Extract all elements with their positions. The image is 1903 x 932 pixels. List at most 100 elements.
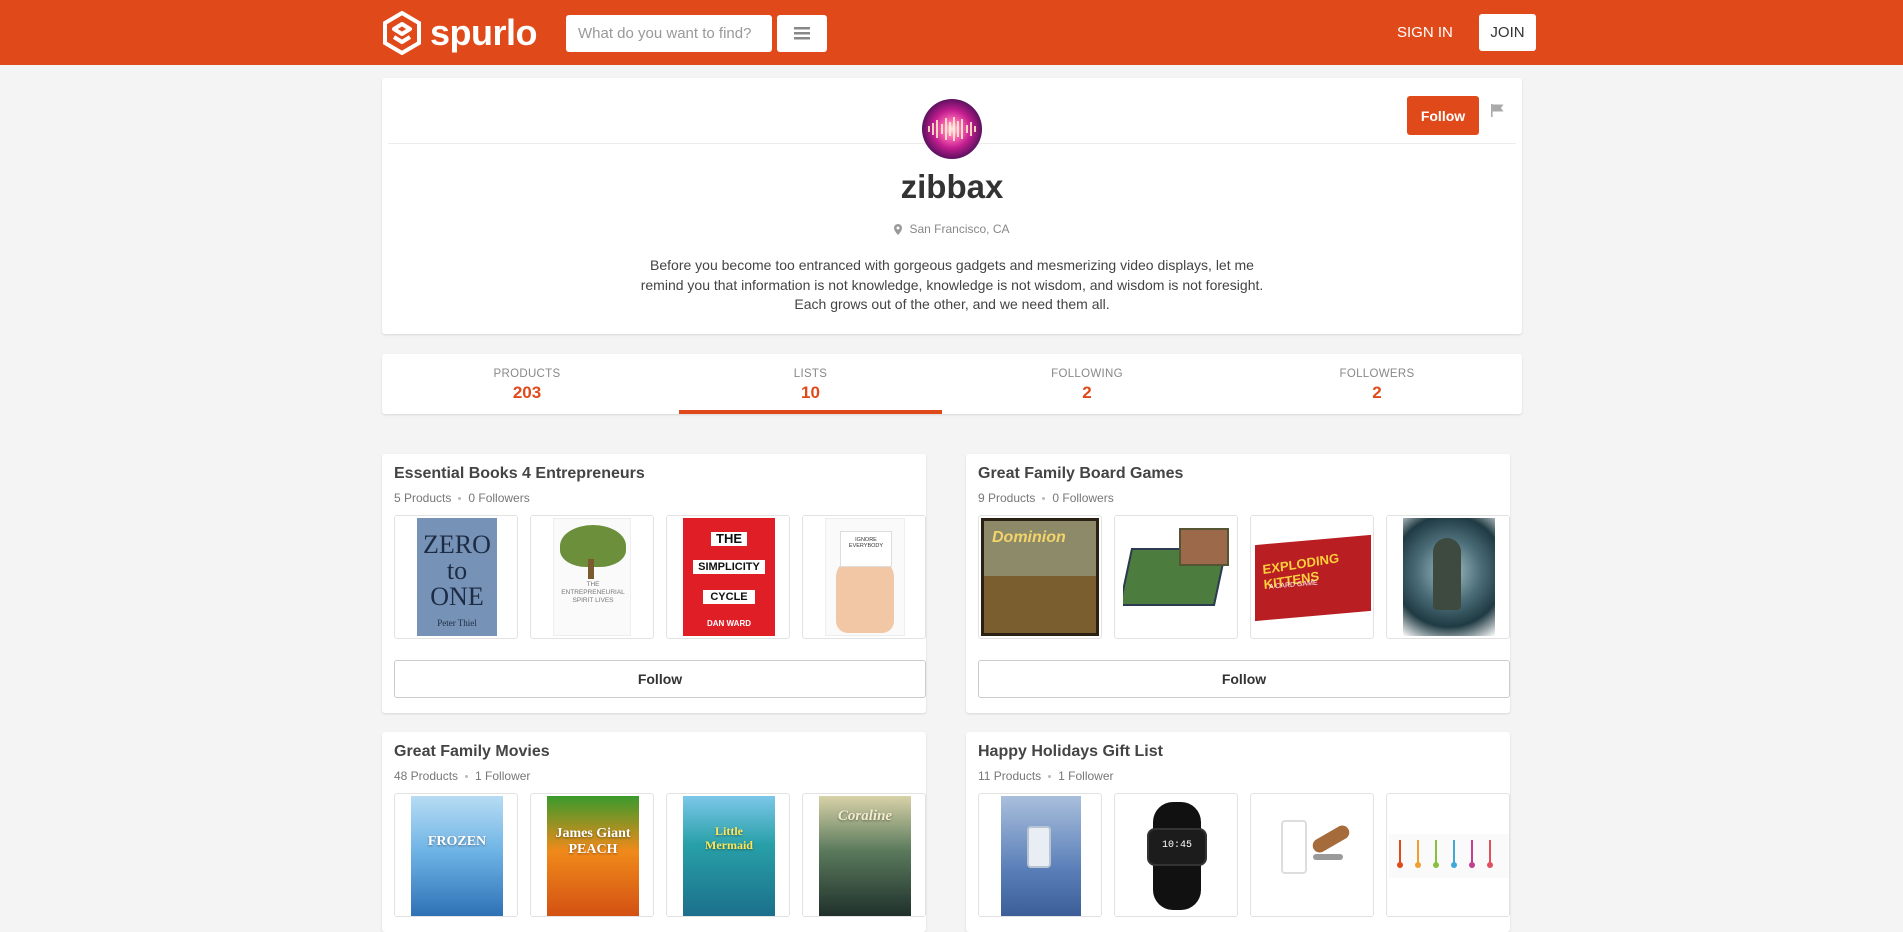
search-input[interactable] [566, 15, 772, 52]
product-thumbnail[interactable]: Dominion [978, 515, 1102, 639]
cover-title: ZERO to ONE [423, 530, 491, 611]
product-thumbnail[interactable] [1114, 515, 1238, 639]
earbuds-image [1389, 834, 1509, 878]
product-thumbnail[interactable]: IGNORE EVERYBODY [802, 515, 926, 639]
stat-label: FOLLOWING [1051, 368, 1123, 380]
cover-title: THE ENTREPRENEURIAL SPIRIT LIVES [561, 581, 625, 604]
profile-username: zibbax [900, 168, 1004, 205]
follow-list-button[interactable]: Follow [978, 660, 1510, 698]
flag-icon[interactable] [1491, 104, 1504, 122]
top-navigation-bar: spurlo SIGN IN JOIN [0, 0, 1903, 65]
movie-poster-james-giant-peach: James Giant PEACH [547, 796, 639, 916]
list-meta: 11 Products 1 Follower [978, 769, 1114, 783]
list-card: Happy Holidays Gift List 11 Products 1 F… [966, 732, 1510, 932]
product-thumbnails: Dominion EXPLODING KITTENS A CARD GAME [978, 515, 1510, 639]
product-thumbnail[interactable]: THE SIMPLICITY CYCLE DAN WARD [666, 515, 790, 639]
profile-bio: Before you become too entranced with gor… [640, 257, 1264, 312]
join-button[interactable]: JOIN [1479, 14, 1536, 51]
product-count: 9 Products [978, 491, 1036, 505]
tab-followers[interactable]: FOLLOWERS 2 [1232, 354, 1522, 414]
game-art-painting [1403, 518, 1495, 636]
watch-time: 10:45 [1161, 840, 1192, 851]
board-game-box: Dominion [981, 518, 1099, 636]
menu-button[interactable] [777, 15, 827, 52]
separator-dot [465, 774, 469, 778]
product-count: 48 Products [394, 769, 459, 783]
stat-label: PRODUCTS [493, 368, 561, 380]
list-meta: 48 Products 1 Follower [394, 769, 530, 783]
sign-in-link[interactable]: SIGN IN [1397, 24, 1453, 41]
board-game-board [1123, 526, 1231, 628]
follower-count: 1 Follower [475, 769, 531, 783]
cover-title-line: THE [711, 532, 747, 546]
product-thumbnail[interactable]: THE ENTREPRENEURIAL SPIRIT LIVES [530, 515, 654, 639]
cover-title: IGNORE EVERYBODY [840, 531, 892, 567]
separator-dot [458, 496, 462, 500]
follow-list-button[interactable]: Follow [394, 660, 926, 698]
list-title[interactable]: Essential Books 4 Entrepreneurs [394, 465, 645, 483]
book-cover-zero-to-one: ZERO to ONE Peter Thiel [417, 518, 497, 636]
list-meta: 5 Products 0 Followers [394, 491, 530, 505]
poster-title: Little Mermaid [705, 824, 753, 852]
cover-author: Peter Thiel [437, 618, 477, 628]
product-thumbnail[interactable]: James Giant PEACH [530, 793, 654, 917]
follower-count: 0 Followers [1052, 491, 1114, 505]
stat-label: FOLLOWERS [1339, 368, 1415, 380]
list-card: Great Family Movies 48 Products 1 Follow… [382, 732, 926, 932]
list-title[interactable]: Great Family Board Games [978, 465, 1183, 483]
product-thumbnail[interactable]: EXPLODING KITTENS A CARD GAME [1250, 515, 1374, 639]
avatar[interactable] [922, 99, 982, 159]
product-thumbnail[interactable]: 10:45 [1114, 793, 1238, 917]
stat-value: 2 [1372, 383, 1382, 402]
list-title[interactable]: Happy Holidays Gift List [978, 743, 1163, 761]
product-count: 5 Products [394, 491, 452, 505]
profile-card: Follow zibbax San Francisco, CA Before y… [382, 78, 1522, 334]
product-thumbnail[interactable]: ZERO to ONE Peter Thiel [394, 515, 518, 639]
phone-in-hand-image [1001, 796, 1081, 916]
poster-title: Coraline [837, 808, 893, 824]
product-thumbnail[interactable]: Little Mermaid [666, 793, 790, 917]
poster-title: FROZEN [427, 834, 487, 849]
list-card: Great Family Board Games 9 Products 0 Fo… [966, 454, 1510, 713]
profile-location: San Francisco, CA [382, 222, 1522, 236]
hamburger-icon [794, 27, 810, 40]
movie-poster-coraline: Coraline [819, 796, 911, 916]
poster-title: James Giant PEACH [555, 826, 631, 857]
logo-text: spurlo [430, 12, 538, 53]
product-thumbnails: 10:45 [978, 793, 1510, 917]
follow-user-button[interactable]: Follow [1407, 96, 1479, 135]
movie-poster-frozen: FROZEN [411, 796, 503, 916]
exploding-kittens-box: EXPLODING KITTENS A CARD GAME [1255, 534, 1371, 622]
list-meta: 9 Products 0 Followers [978, 491, 1114, 505]
product-thumbnails: ZERO to ONE Peter Thiel THE ENTREPRENEUR… [394, 515, 926, 639]
tab-products[interactable]: PRODUCTS 203 [382, 354, 672, 414]
follower-count: 1 Follower [1058, 769, 1114, 783]
avatar-equalizer-graphic [928, 117, 976, 141]
book-cover-simplicity-cycle: THE SIMPLICITY CYCLE DAN WARD [683, 518, 775, 636]
product-thumbnail[interactable] [1386, 515, 1510, 639]
separator-dot [1048, 774, 1052, 778]
fitness-tracker-image: 10:45 [1133, 796, 1221, 916]
list-title[interactable]: Great Family Movies [394, 743, 550, 761]
product-thumbnail[interactable] [978, 793, 1102, 917]
tab-lists[interactable]: LISTS 10 [679, 354, 942, 414]
stat-value: 10 [801, 383, 820, 402]
product-thumbnail[interactable] [1386, 793, 1510, 917]
separator-dot [1042, 496, 1046, 500]
spurlo-logo[interactable]: spurlo [382, 11, 538, 55]
cover-title-line: CYCLE [703, 590, 755, 604]
stat-label: LISTS [793, 368, 828, 380]
location-text: San Francisco, CA [909, 222, 1010, 236]
product-thumbnail[interactable]: FROZEN [394, 793, 518, 917]
tab-following[interactable]: FOLLOWING 2 [942, 354, 1232, 414]
stat-value: 2 [1082, 383, 1092, 402]
spurlo-logo-icon [383, 11, 421, 55]
key-organizer-image [1271, 810, 1357, 904]
follower-count: 0 Followers [468, 491, 530, 505]
product-thumbnails: FROZEN James Giant PEACH Little Mermaid … [394, 793, 926, 917]
product-count: 11 Products [978, 769, 1042, 783]
cover-title-line: SIMPLICITY [693, 560, 765, 574]
product-thumbnail[interactable]: Coraline [802, 793, 926, 917]
product-thumbnail[interactable] [1250, 793, 1374, 917]
book-cover-entrepreneurial-spirit: THE ENTREPRENEURIAL SPIRIT LIVES [553, 518, 631, 636]
